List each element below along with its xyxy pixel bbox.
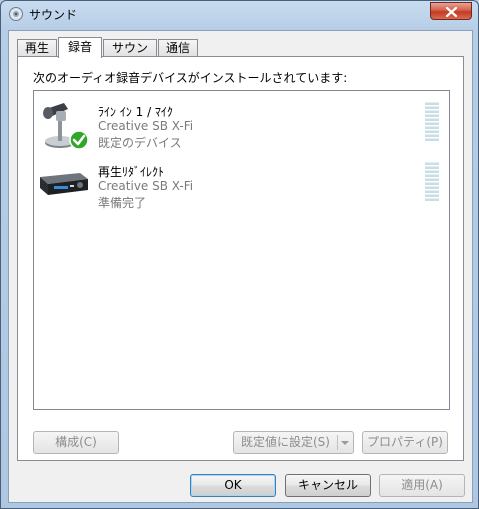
device-driver: Creative SB X-Fi	[98, 119, 194, 133]
speaker-icon	[9, 7, 23, 21]
device-driver: Creative SB X-Fi	[98, 179, 194, 193]
instruction-text: 次のオーディオ録音デバイスがインストールされています:	[33, 71, 348, 85]
device-item-playback-redirect[interactable]: 再生ﾘﾀﾞｲﾚｸﾄ Creative SB X-Fi 準備完了	[34, 155, 449, 215]
properties-button[interactable]: プロパティ(P)	[362, 431, 448, 454]
dialog-client-area: 再生 録音 サウンド 通信 次のオーディオ録音デバイスがインストールされています…	[8, 30, 473, 503]
device-name: ﾗｲﾝ ｲﾝ 1 / ﾏｲｸ	[98, 105, 173, 119]
title-bar[interactable]: サウンド	[1, 1, 478, 27]
level-meter	[425, 102, 439, 142]
recording-tab-panel: 次のオーディオ録音デバイスがインストールされています: ﾗｲﾝ ｲﾝ 1 / ﾏ…	[17, 56, 464, 461]
split-separator	[337, 435, 338, 450]
chevron-down-icon[interactable]	[341, 441, 349, 445]
close-button[interactable]	[430, 2, 472, 20]
device-status: 準備完了	[98, 196, 147, 210]
tab-communications[interactable]: 通信	[158, 39, 198, 56]
cancel-button[interactable]: キャンセル	[285, 474, 371, 497]
apply-button[interactable]: 適用(A)	[379, 474, 465, 497]
device-name: 再生ﾘﾀﾞｲﾚｸﾄ	[98, 165, 165, 179]
device-list[interactable]: ﾗｲﾝ ｲﾝ 1 / ﾏｲｸ Creative SB X-Fi 既定のデバイス	[33, 90, 450, 410]
ok-button[interactable]: OK	[190, 474, 276, 497]
sound-dialog: サウンド 再生 録音 サウンド 通信 次のオーディオ録音デバイスがインストールさ…	[0, 0, 479, 509]
tab-recording[interactable]: 録音	[58, 37, 102, 58]
close-icon	[446, 7, 457, 17]
tab-sounds[interactable]: サウンド	[103, 39, 157, 71]
set-default-button[interactable]: 既定値に設定(S)	[233, 431, 354, 454]
device-status: 既定のデバイス	[98, 136, 182, 150]
device-item-line-in-mic[interactable]: ﾗｲﾝ ｲﾝ 1 / ﾏｲｸ Creative SB X-Fi 既定のデバイス	[34, 95, 449, 155]
set-default-label: 既定値に設定(S)	[241, 435, 330, 449]
check-icon	[69, 130, 89, 150]
window-title: サウンド	[29, 8, 78, 22]
sound-card-icon	[40, 173, 88, 195]
microphone-icon	[43, 103, 89, 150]
level-meter	[425, 162, 439, 202]
configure-button[interactable]: 構成(C)	[33, 431, 119, 454]
tab-playback[interactable]: 再生	[17, 39, 57, 56]
